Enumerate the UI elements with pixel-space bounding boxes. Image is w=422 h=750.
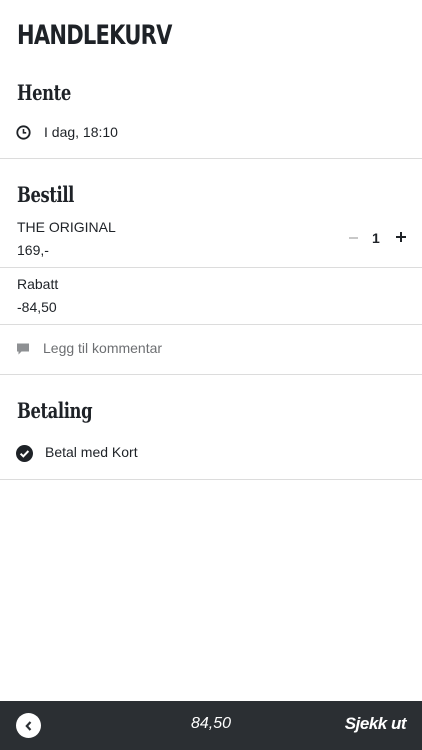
decrease-quantity-button[interactable]	[346, 228, 360, 248]
checkout-button[interactable]: Sjekk ut	[345, 714, 407, 734]
page-title: HANDLEKURV	[17, 20, 172, 51]
minus-icon	[348, 237, 358, 239]
pickup-time[interactable]: I dag, 18:10	[44, 124, 118, 140]
divider	[0, 158, 422, 159]
divider	[0, 374, 422, 375]
discount-label: Rabatt	[17, 276, 59, 292]
bottom-bar: 84,50 Sjekk ut	[0, 701, 422, 750]
clock-icon	[16, 125, 31, 140]
item-price: 169,-	[17, 242, 49, 258]
cart-screen: HANDLEKURV Hente I dag, 18:10 Bestill TH…	[0, 0, 422, 750]
pickup-heading: Hente	[17, 80, 71, 105]
divider	[0, 324, 422, 325]
increase-quantity-button[interactable]	[395, 231, 407, 243]
item-name: THE ORIGINAL	[17, 219, 116, 235]
payment-method[interactable]: Betal med Kort	[45, 444, 138, 460]
payment-heading: Betaling	[17, 398, 93, 423]
add-comment-button[interactable]: Legg til kommentar	[43, 340, 162, 356]
order-heading: Bestill	[17, 182, 75, 207]
comment-icon	[17, 343, 29, 355]
check-circle-icon	[16, 445, 33, 462]
divider	[0, 479, 422, 480]
quantity-value: 1	[372, 230, 380, 246]
discount-amount: -84,50	[17, 299, 57, 315]
divider	[0, 267, 422, 268]
